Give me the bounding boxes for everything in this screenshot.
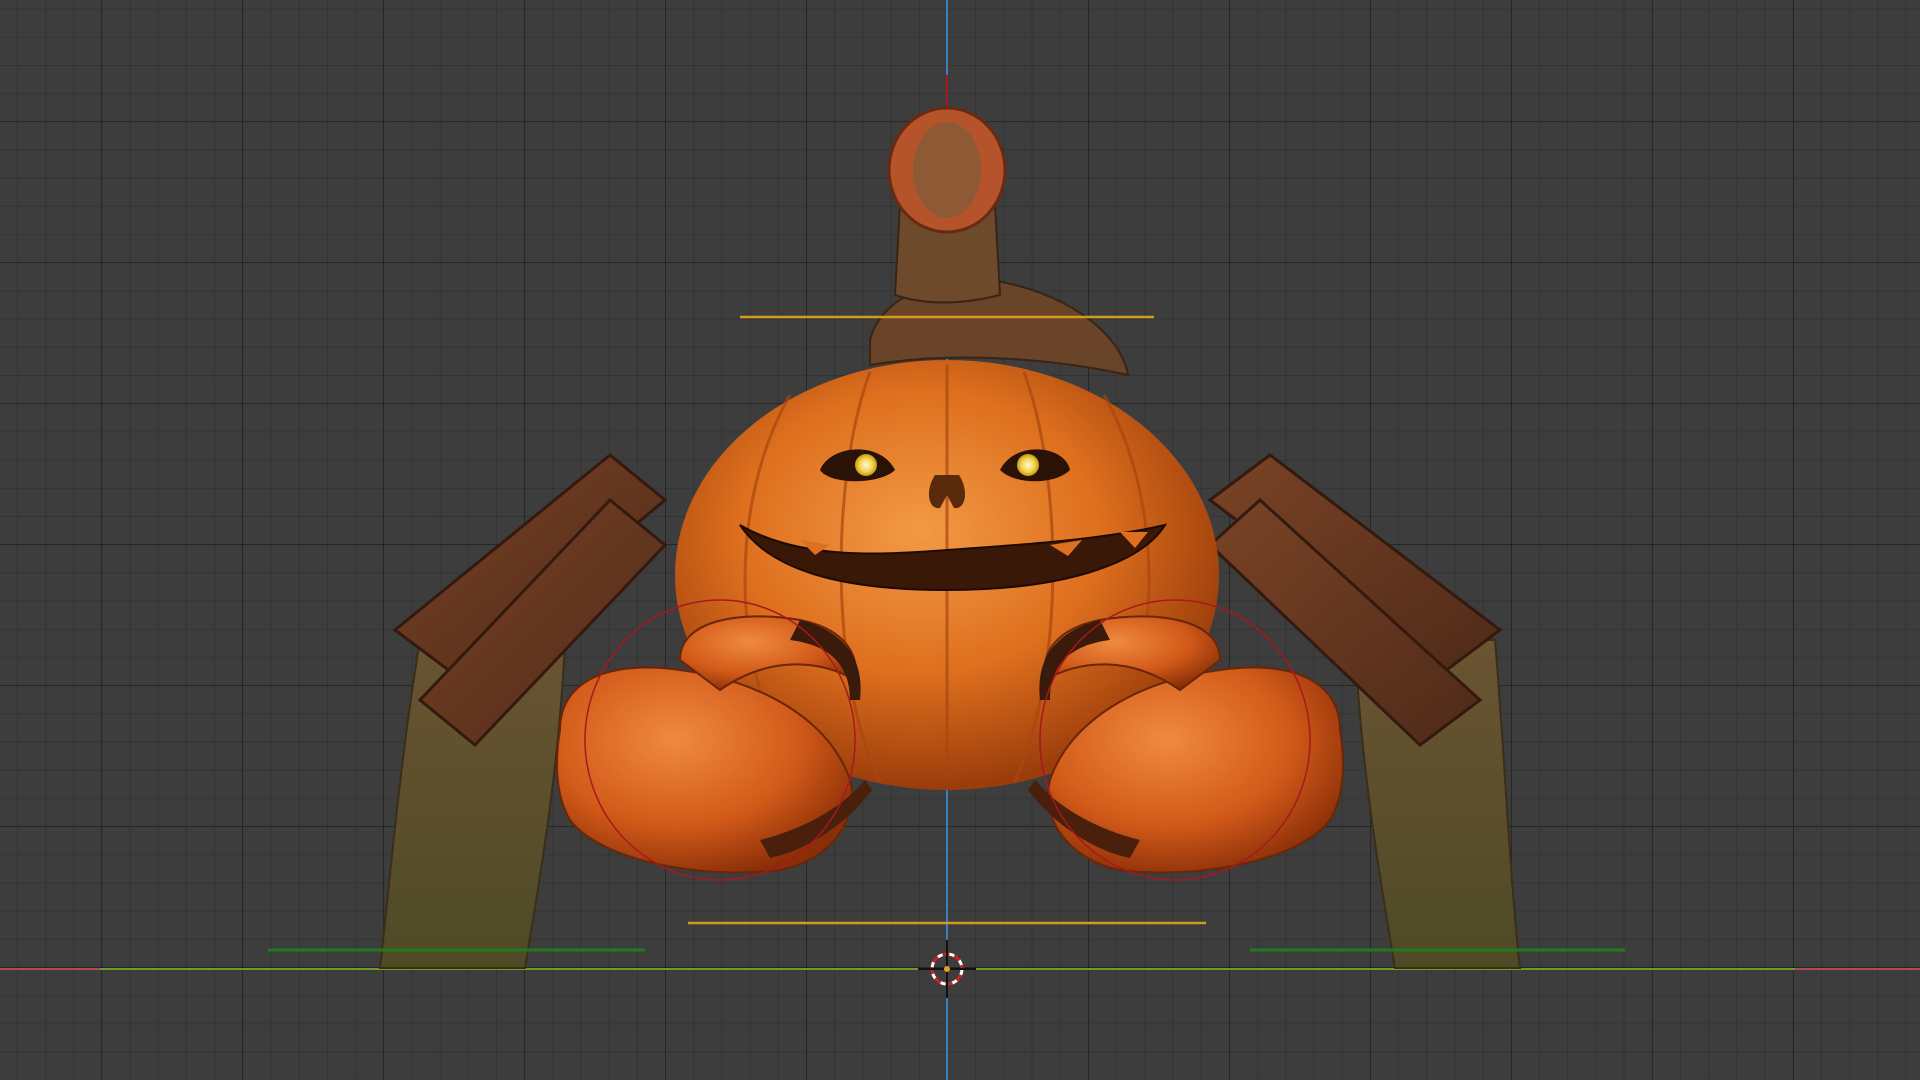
stem-tip-inner (913, 122, 981, 218)
3d-cursor-icon[interactable] (918, 940, 976, 998)
viewport-canvas[interactable] (0, 0, 1920, 1080)
claw-left[interactable] (556, 615, 872, 874)
3d-viewport[interactable] (0, 0, 1920, 1080)
eye-right-glow (1017, 454, 1039, 476)
eye-left-glow (855, 454, 877, 476)
